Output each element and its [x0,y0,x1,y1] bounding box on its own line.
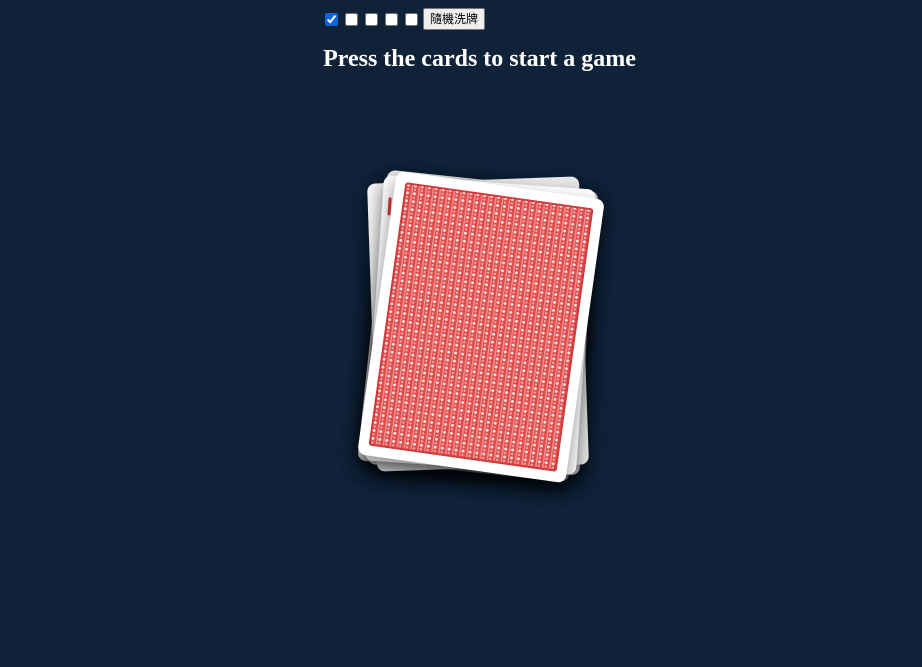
card-deck[interactable] [0,0,922,667]
top-card[interactable] [357,170,605,484]
card-back-pattern [368,182,594,472]
